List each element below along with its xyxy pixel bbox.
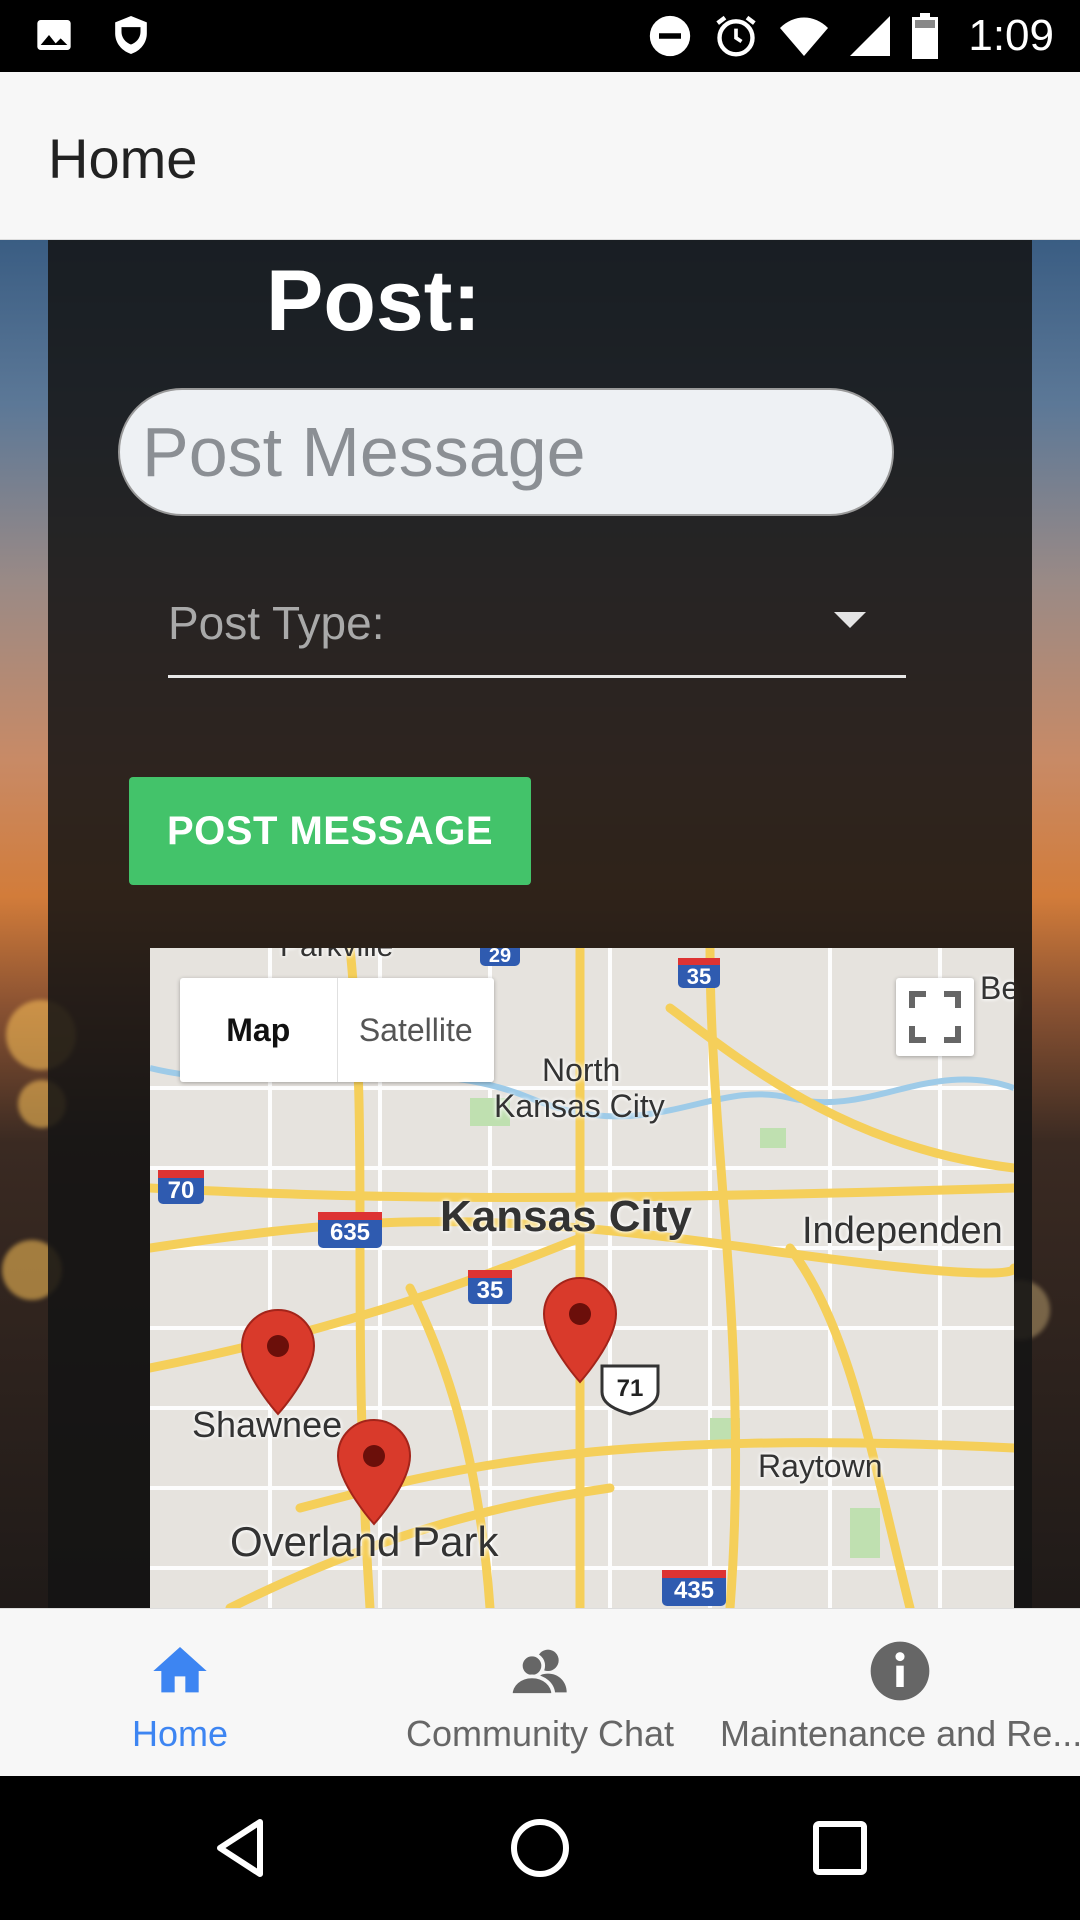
- fullscreen-icon: [909, 991, 961, 1043]
- status-bar: 1:09: [0, 0, 1080, 72]
- svg-text:70: 70: [168, 1177, 195, 1204]
- map-type-toggle: Map Satellite: [180, 978, 494, 1082]
- shield-icon: [115, 16, 147, 54]
- post-panel: Post: Post Type: POST MESSAGE: [48, 240, 1032, 1608]
- post-type-select[interactable]: Post Type:: [168, 570, 906, 678]
- app-bar: Home: [0, 72, 1080, 240]
- map-type-map-button[interactable]: Map: [180, 978, 338, 1082]
- svg-text:435: 435: [674, 1577, 714, 1604]
- svg-text:71: 71: [617, 1375, 644, 1402]
- map-label-parkville: Parkville: [280, 948, 393, 964]
- map-label-north: North: [542, 1052, 621, 1088]
- dropdown-arrow-icon: [834, 612, 866, 628]
- status-time: 1:09: [968, 11, 1054, 60]
- bottom-navigation: Home Community Chat Maintenance and Re..…: [0, 1608, 1080, 1776]
- svg-text:635: 635: [330, 1219, 370, 1246]
- post-heading: Post:: [266, 253, 481, 349]
- nav-label-community-chat: Community Chat: [405, 1713, 675, 1754]
- system-navigation-bar: [0, 1776, 1080, 1920]
- fullscreen-button[interactable]: [896, 978, 974, 1056]
- post-message-button[interactable]: POST MESSAGE: [129, 777, 531, 885]
- post-message-input[interactable]: [118, 388, 894, 516]
- do-not-disturb-icon: [650, 15, 691, 57]
- info-icon: [870, 1641, 930, 1701]
- map-label-independence: Independen: [802, 1210, 1003, 1252]
- image-icon: [37, 20, 71, 50]
- svg-text:35: 35: [687, 964, 711, 989]
- map-label-raytown: Raytown: [758, 1448, 883, 1484]
- post-type-label: Post Type:: [168, 597, 385, 649]
- nav-item-maintenance[interactable]: Maintenance and Re...: [720, 1609, 1080, 1776]
- map-view[interactable]: 29 35 70 635 35 71 435 P: [150, 948, 1014, 1608]
- nav-item-home[interactable]: Home: [0, 1609, 360, 1776]
- page-title: Home: [48, 127, 198, 190]
- map-label-overland-park: Overland Park: [230, 1518, 499, 1565]
- map-label-kansas-city: Kansas City: [440, 1192, 692, 1241]
- battery-icon: [912, 13, 939, 59]
- home-circle-icon[interactable]: [504, 1812, 576, 1884]
- background-image: Post: Post Type: POST MESSAGE: [0, 240, 1080, 1608]
- svg-text:29: 29: [489, 948, 511, 967]
- signal-icon: [850, 16, 891, 56]
- map-type-satellite-button[interactable]: Satellite: [338, 978, 495, 1082]
- recents-icon[interactable]: [804, 1812, 876, 1884]
- map-label-be: Be: [980, 970, 1014, 1006]
- map-label-north-kansas-city: Kansas City: [494, 1088, 665, 1124]
- nav-label-maintenance: Maintenance and Re...: [720, 1713, 1080, 1754]
- back-icon[interactable]: [206, 1812, 278, 1884]
- map-label-shawnee: Shawnee: [192, 1404, 343, 1445]
- people-icon: [508, 1649, 567, 1697]
- nav-item-community-chat[interactable]: Community Chat: [360, 1609, 720, 1776]
- wifi-icon: [780, 17, 829, 56]
- alarm-icon: [716, 15, 757, 57]
- nav-label-home: Home: [131, 1713, 229, 1754]
- home-icon: [153, 1647, 207, 1693]
- svg-text:35: 35: [477, 1277, 504, 1304]
